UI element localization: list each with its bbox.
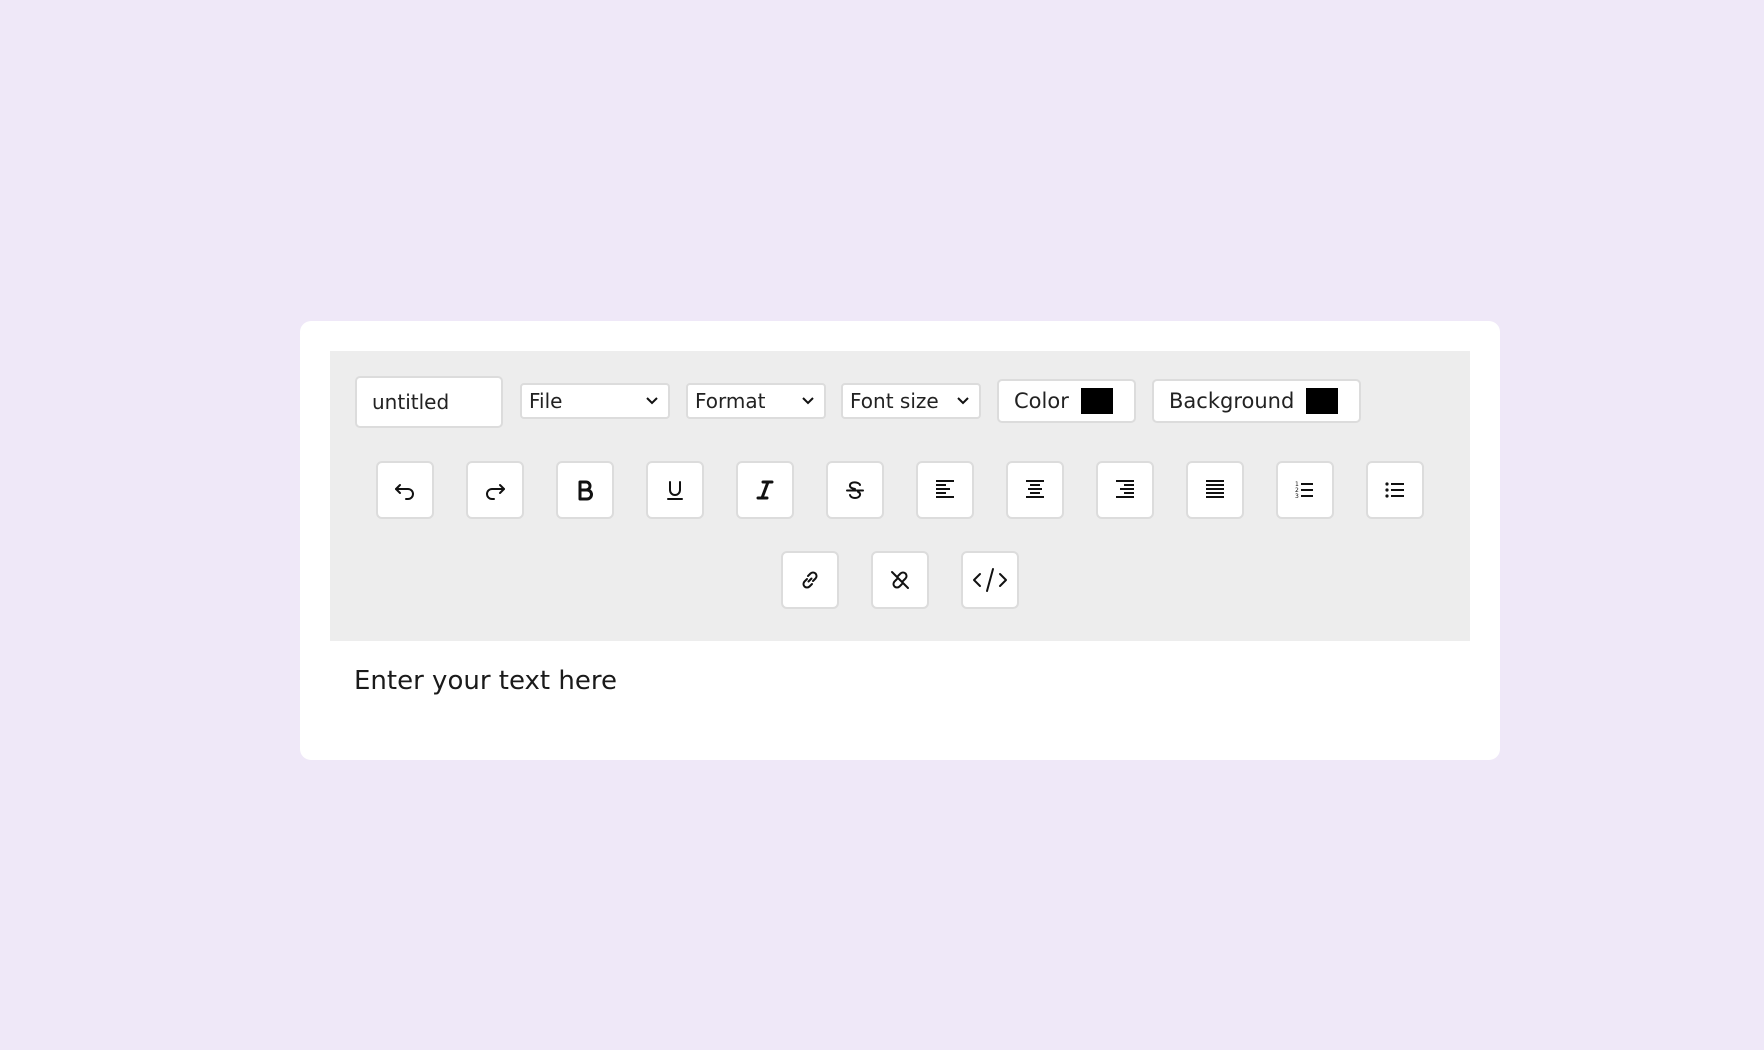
link-icon	[802, 571, 818, 589]
background-swatch[interactable]	[1306, 388, 1339, 414]
align-right-button[interactable]	[1096, 461, 1154, 519]
font-size-select-label: Font size	[850, 389, 939, 413]
ordered-list-button[interactable]: 1 2 3	[1276, 461, 1334, 519]
align-left-button[interactable]	[916, 461, 974, 519]
file-select-label: File	[529, 389, 563, 413]
background-label: Background	[1169, 389, 1295, 413]
remove-link-button[interactable]	[871, 551, 929, 609]
editor-content-area[interactable]: Enter your text here	[354, 666, 617, 696]
underline-icon	[667, 481, 683, 500]
strikethrough-icon	[846, 481, 864, 499]
undo-icon	[395, 484, 414, 500]
bold-icon	[578, 480, 593, 501]
ordered-list-icon: 1 2 3	[1295, 481, 1313, 500]
italic-button[interactable]	[736, 461, 794, 519]
undo-button[interactable]	[376, 461, 434, 519]
text-color-picker[interactable]: Color	[997, 379, 1136, 423]
chevron-down-icon	[802, 397, 814, 405]
align-justify-icon	[1206, 480, 1224, 498]
background-color-picker[interactable]: Background	[1152, 379, 1361, 423]
font-size-select[interactable]: Font size	[841, 383, 981, 419]
color-label: Color	[1014, 389, 1069, 413]
unlink-icon	[891, 571, 909, 589]
align-justify-button[interactable]	[1186, 461, 1244, 519]
italic-icon	[756, 480, 774, 500]
unordered-list-icon	[1385, 482, 1404, 498]
file-select[interactable]: File	[520, 383, 670, 419]
code-icon	[973, 568, 1007, 592]
editor-toolbar: File Format Font size Color Background	[330, 351, 1470, 641]
svg-text:3: 3	[1295, 493, 1299, 500]
content-text: Enter your text here	[354, 666, 617, 696]
redo-button[interactable]	[466, 461, 524, 519]
filename-input[interactable]	[355, 376, 503, 428]
align-center-button[interactable]	[1006, 461, 1064, 519]
redo-icon	[486, 484, 505, 500]
color-swatch[interactable]	[1080, 388, 1113, 414]
strikethrough-button[interactable]	[826, 461, 884, 519]
text-editor: File Format Font size Color Background	[300, 321, 1500, 760]
chevron-down-icon	[957, 397, 969, 405]
align-center-icon	[1026, 480, 1044, 498]
align-left-icon	[936, 480, 954, 498]
format-select-label: Format	[695, 389, 766, 413]
insert-link-button[interactable]	[781, 551, 839, 609]
format-select[interactable]: Format	[686, 383, 826, 419]
bold-button[interactable]	[556, 461, 614, 519]
unordered-list-button[interactable]	[1366, 461, 1424, 519]
chevron-down-icon	[646, 397, 658, 405]
underline-button[interactable]	[646, 461, 704, 519]
align-right-icon	[1116, 480, 1134, 498]
code-view-button[interactable]	[961, 551, 1019, 609]
